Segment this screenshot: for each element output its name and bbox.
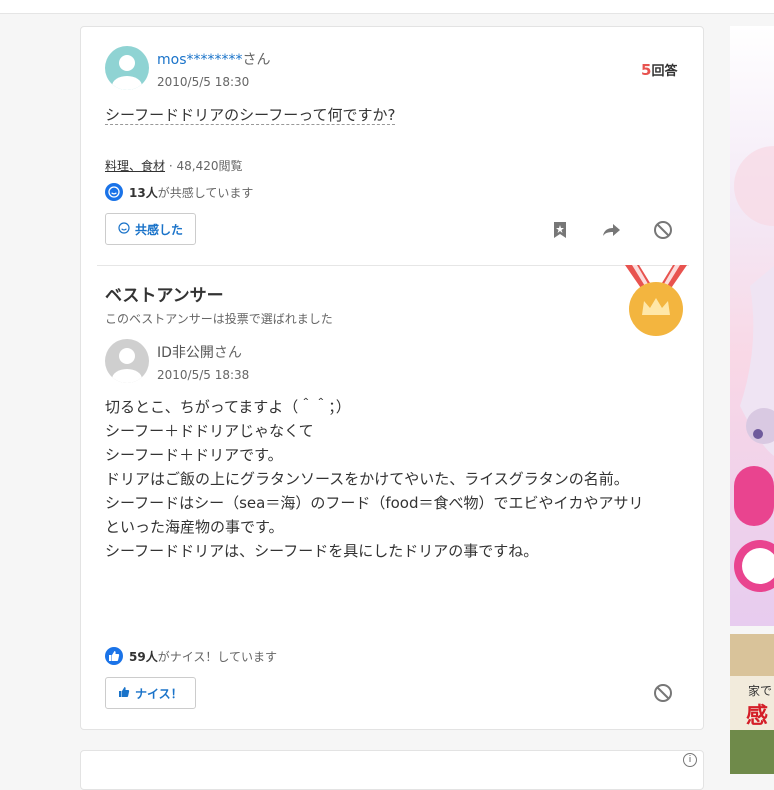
empathy-button[interactable]: 共感した bbox=[105, 213, 197, 245]
best-answer-subtitle: このベストアンサーは投票で選ばれました bbox=[105, 312, 333, 326]
answer-date: 2010/5/5 18:38 bbox=[157, 368, 250, 382]
thumbs-up-icon bbox=[118, 686, 130, 701]
question-card: mos********さん 2010/5/5 18:30 5回答 シーフードドリ… bbox=[80, 26, 704, 730]
block-icon[interactable] bbox=[652, 219, 674, 241]
top-bar bbox=[0, 0, 774, 14]
smile-icon bbox=[118, 221, 130, 237]
ad-headline: 感 bbox=[746, 704, 769, 729]
answer-count[interactable]: 5回答 bbox=[641, 60, 677, 79]
crown-medal-icon bbox=[621, 265, 691, 337]
question-date: 2010/5/5 18:30 bbox=[157, 75, 250, 89]
bookmark-icon[interactable] bbox=[549, 219, 571, 241]
block-icon[interactable] bbox=[652, 682, 674, 704]
question-meta: 料理、食材 · 48,420閲覧 bbox=[105, 159, 243, 173]
questioner-name[interactable]: mos********さん bbox=[157, 49, 271, 69]
nice-text: がナイス！しています bbox=[157, 649, 277, 664]
next-card: i bbox=[80, 750, 704, 790]
best-answer-title: ベストアンサー bbox=[105, 286, 224, 306]
ad-image bbox=[730, 634, 774, 676]
info-icon[interactable]: i bbox=[683, 753, 697, 767]
side-ad-banner-2[interactable]: 家で 感 bbox=[730, 634, 774, 774]
empathy-icon bbox=[105, 183, 123, 201]
answer-line: シーフー＋ドドリアじゃなくて bbox=[105, 422, 314, 440]
side-ad-banner[interactable] bbox=[730, 26, 774, 626]
answer-body: 切るとこ、ちがってますよ（＾＾；） シーフー＋ドドリアじゃなくて シーフード＋ド… bbox=[105, 395, 644, 563]
nice-count: 59人 bbox=[129, 649, 158, 664]
empathy-row: 13人 が共感しています bbox=[105, 183, 253, 201]
category-link[interactable]: 料理、食材 bbox=[105, 159, 165, 173]
answer-line: シーフードはシー（sea＝海）のフード（food＝食べ物）でエビやイカやアサリ bbox=[105, 494, 644, 512]
empathy-text: が共感しています bbox=[157, 185, 254, 200]
question-text-content: シーフードドリアのシーフーって何ですか? bbox=[105, 106, 396, 125]
question-text: シーフードドリアのシーフーって何ですか? bbox=[105, 104, 396, 125]
answerer-name[interactable]: ID非公開さん bbox=[157, 342, 242, 362]
answer-line: シーフードドリアは、シーフードを具にしたドリアの事ですね。 bbox=[105, 542, 539, 560]
questioner-avatar[interactable] bbox=[105, 46, 149, 90]
empathy-count: 13人 bbox=[129, 185, 158, 200]
answer-line: シーフード＋ドリアです。 bbox=[105, 446, 283, 464]
view-count: 48,420閲覧 bbox=[176, 159, 243, 173]
answerer-avatar[interactable] bbox=[105, 339, 149, 383]
nice-button[interactable]: ナイス！ bbox=[105, 677, 196, 709]
answer-line: といった海産物の事です。 bbox=[105, 518, 284, 536]
thumbs-up-icon bbox=[105, 647, 123, 665]
ad-image bbox=[730, 730, 774, 774]
answer-line: 切るとこ、ちがってますよ（＾＾；） bbox=[105, 398, 351, 416]
share-icon[interactable] bbox=[600, 219, 622, 241]
answer-line: ドリアはご飯の上にグラタンソースをかけてやいた、ライスグラタンの名前。 bbox=[105, 470, 629, 488]
ad-text: 家で bbox=[748, 684, 773, 698]
section-divider bbox=[97, 265, 689, 266]
nice-row: 59人 がナイス！しています bbox=[105, 647, 277, 665]
